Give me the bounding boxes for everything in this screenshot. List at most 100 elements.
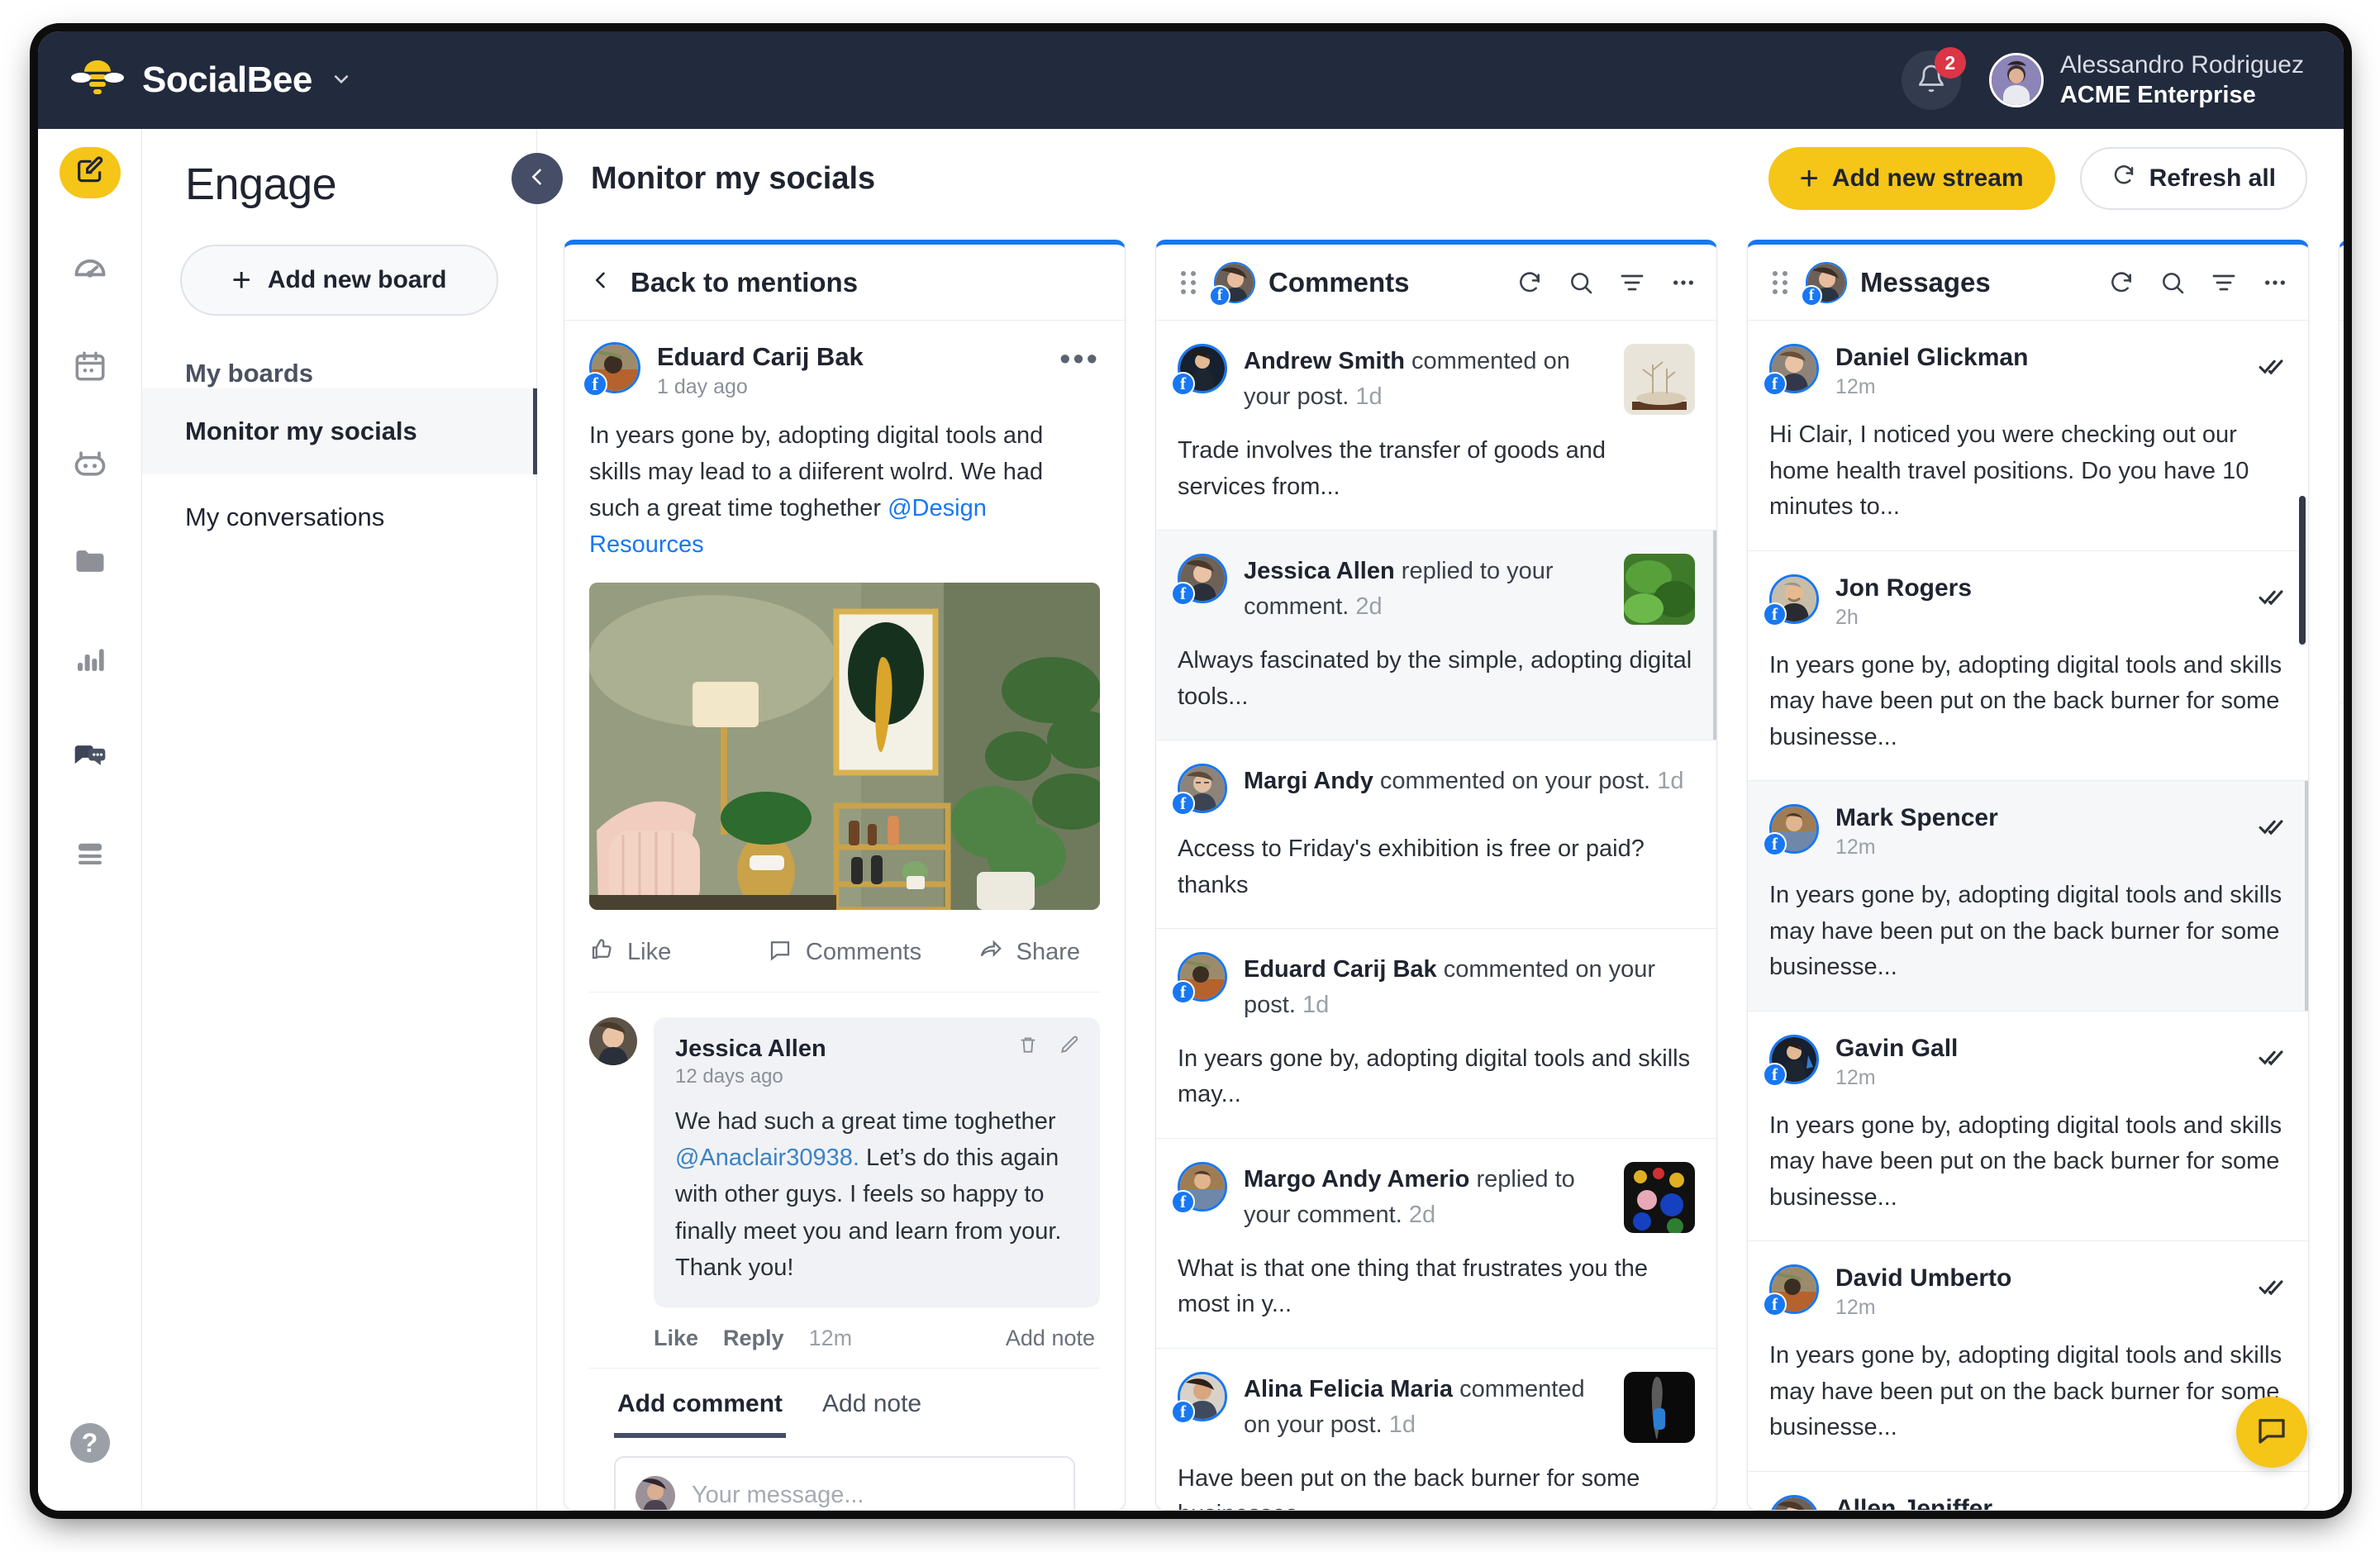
list-item-heading: Jessica Allen replied to your comment. 2…: [1244, 554, 1607, 625]
facebook-badge-icon: f: [1763, 832, 1787, 856]
avatar: f: [1763, 1264, 1819, 1316]
stream-mention-detail: Back to mentions f Eduard Carij Bak 1 da…: [564, 240, 1126, 1511]
more-horizontal-icon[interactable]: [1670, 269, 1697, 296]
list-item-heading: Alina Felicia Maria commented on your po…: [1244, 1372, 1607, 1443]
comments-button[interactable]: Comments: [758, 937, 931, 969]
comment-like-button[interactable]: Like: [654, 1326, 698, 1351]
stream-partial: f WLnHb: [2339, 240, 2344, 1511]
pencil-icon[interactable]: [1059, 1034, 1080, 1059]
sidebar-item-engage[interactable]: [60, 732, 121, 783]
facebook-badge-icon: f: [1801, 284, 1822, 307]
comment-text: We had such a great time toghether @Anac…: [675, 1103, 1078, 1285]
add-new-board-label: Add new board: [267, 266, 447, 293]
comment-bubble: Jessica Allen 12 days ago We had such a …: [654, 1017, 1100, 1307]
plus-icon: +: [1799, 160, 1819, 197]
sidebar-item-bot[interactable]: [60, 440, 121, 491]
tab-add-note[interactable]: Add note: [819, 1369, 925, 1438]
list-item[interactable]: f Jon Rogers 2h In years gone by, adopti…: [1748, 551, 2308, 781]
list-item[interactable]: f WLnHb: [2340, 321, 2344, 703]
list-item[interactable]: f Alina Felicia Maria commented on your …: [1156, 1349, 1716, 1510]
calendar-icon: [73, 349, 107, 388]
comment-mention-link[interactable]: @Anaclair30938.: [675, 1145, 859, 1171]
list-item[interactable]: f Margo Andy Amerio replied to your comm…: [1156, 1139, 1716, 1349]
user-menu[interactable]: Alessandro Rodriguez ACME Enterprise: [1988, 50, 2304, 110]
double-check-icon: [2259, 1035, 2287, 1075]
sidebar-item-calendar[interactable]: [60, 342, 121, 393]
list-item-name: Jessica Allen: [1244, 558, 1395, 584]
notifications-button[interactable]: 2: [1901, 47, 1966, 110]
sidebar-item-compose[interactable]: [59, 147, 121, 198]
user-name: Alessandro Rodriguez: [2059, 51, 2304, 79]
list-item[interactable]: f Daniel Glickman 12m Hi Clair, I notice…: [1748, 321, 2308, 551]
list-item-heading: Margo Andy Amerio replied to your commen…: [1244, 1162, 1607, 1233]
avatar: f: [1209, 261, 1255, 307]
sidebar-item-analytics[interactable]: [60, 635, 121, 686]
search-icon[interactable]: [2159, 269, 2186, 296]
double-check-icon: [2259, 1495, 2287, 1511]
drag-handle-icon[interactable]: [1178, 269, 1199, 297]
facebook-badge-icon: f: [1171, 372, 1195, 396]
collapse-panel-button[interactable]: [512, 153, 563, 204]
share-button[interactable]: Share: [931, 937, 1100, 969]
list-item-text: What is that one thing that frustrates y…: [1178, 1254, 1649, 1318]
list-item[interactable]: f David Umberto 12m In years gone by, ad…: [1748, 1241, 2308, 1472]
add-new-stream-button[interactable]: + Add new stream: [1768, 147, 2055, 210]
message-placeholder: Your message...: [692, 1482, 864, 1509]
list-item[interactable]: f Eduard Carij Bak commented on your pos…: [1156, 929, 1716, 1139]
facebook-badge-icon: f: [1171, 1189, 1195, 1214]
board-item-monitor-my-socials[interactable]: Monitor my socials: [142, 388, 537, 474]
list-item[interactable]: f Allen Jeniffer 12m In years g: [1748, 1472, 2308, 1511]
brand-logo[interactable]: SocialBee: [71, 58, 352, 102]
avatar: f: [583, 342, 640, 397]
comment-add-note-button[interactable]: Add note: [1006, 1326, 1100, 1351]
refresh-icon[interactable]: [2108, 269, 2135, 296]
avatar: f: [1763, 1034, 1819, 1087]
comment: Jessica Allen 12 days ago We had such a …: [589, 993, 1100, 1307]
list-item-time: 2d: [1355, 593, 1383, 620]
list-item[interactable]: f Jessica Allen replied to your comment.…: [1156, 531, 1716, 740]
trash-icon[interactable]: [1017, 1034, 1039, 1059]
board-item-my-conversations[interactable]: My conversations: [142, 474, 536, 560]
filter-icon[interactable]: [2211, 269, 2237, 296]
share-label: Share: [1016, 939, 1080, 966]
my-boards-label: My boards: [185, 359, 314, 388]
drag-handle-icon[interactable]: [1769, 269, 1791, 297]
refresh-all-button[interactable]: Refresh all: [2079, 147, 2307, 210]
list-item[interactable]: f Andrew Smith commented on your post. 1…: [1156, 321, 1716, 531]
search-icon[interactable]: [1568, 269, 1594, 296]
add-new-board-button[interactable]: + Add new board: [180, 245, 498, 316]
post-image[interactable]: [589, 583, 1100, 911]
stream-title: Messages: [1860, 266, 1991, 298]
back-to-mentions-button[interactable]: Back to mentions: [564, 245, 1125, 321]
list-item-text: Hi Clair, I noticed you were checking ou…: [1769, 421, 2249, 520]
chat-support-button[interactable]: [2236, 1397, 2307, 1468]
more-horizontal-icon[interactable]: •••: [1059, 342, 1100, 375]
chevron-down-icon[interactable]: [331, 68, 352, 93]
help-button[interactable]: ?: [69, 1423, 110, 1463]
sidebar-item-folder[interactable]: [60, 537, 121, 588]
sidebar-item-dashboard[interactable]: [60, 245, 121, 296]
avatar: [589, 1017, 637, 1066]
like-button[interactable]: Like: [589, 937, 758, 969]
list-item-text: In years gone by, adopting digital tools…: [1769, 1112, 2282, 1211]
list-item-name: Alina Felicia Maria: [1244, 1375, 1454, 1402]
comment-reply-button[interactable]: Reply: [723, 1326, 784, 1351]
refresh-icon[interactable]: [1516, 269, 1543, 296]
message-composer[interactable]: Your message...: [614, 1455, 1075, 1510]
list-item[interactable]: f Margi Andy commented on your post. 1d …: [1156, 740, 1716, 929]
sidebar-item-content[interactable]: [60, 830, 121, 881]
list-item-time: 2h: [1835, 605, 1859, 629]
messages-list[interactable]: f Daniel Glickman 12m Hi Clair, I notice…: [1748, 321, 2308, 1510]
avatar: f: [1171, 344, 1227, 396]
comments-list[interactable]: f Andrew Smith commented on your post. 1…: [1156, 321, 1716, 1510]
list-item[interactable]: f Mark Spencer 12m In years gone by, ado…: [1748, 781, 2308, 1012]
back-to-mentions-label: Back to mentions: [631, 266, 859, 298]
more-horizontal-icon[interactable]: [2262, 269, 2288, 296]
tab-add-comment[interactable]: Add comment: [614, 1369, 787, 1438]
avatar: f: [1171, 554, 1227, 606]
scrollbar-thumb[interactable]: [2299, 496, 2306, 645]
list-item[interactable]: f Gavin Gall 12m In years gone by, adopt…: [1748, 1012, 2308, 1241]
filter-icon[interactable]: [1619, 269, 1645, 296]
partial-list[interactable]: f WLnHb: [2340, 321, 2344, 1510]
double-check-icon: [2259, 344, 2287, 384]
